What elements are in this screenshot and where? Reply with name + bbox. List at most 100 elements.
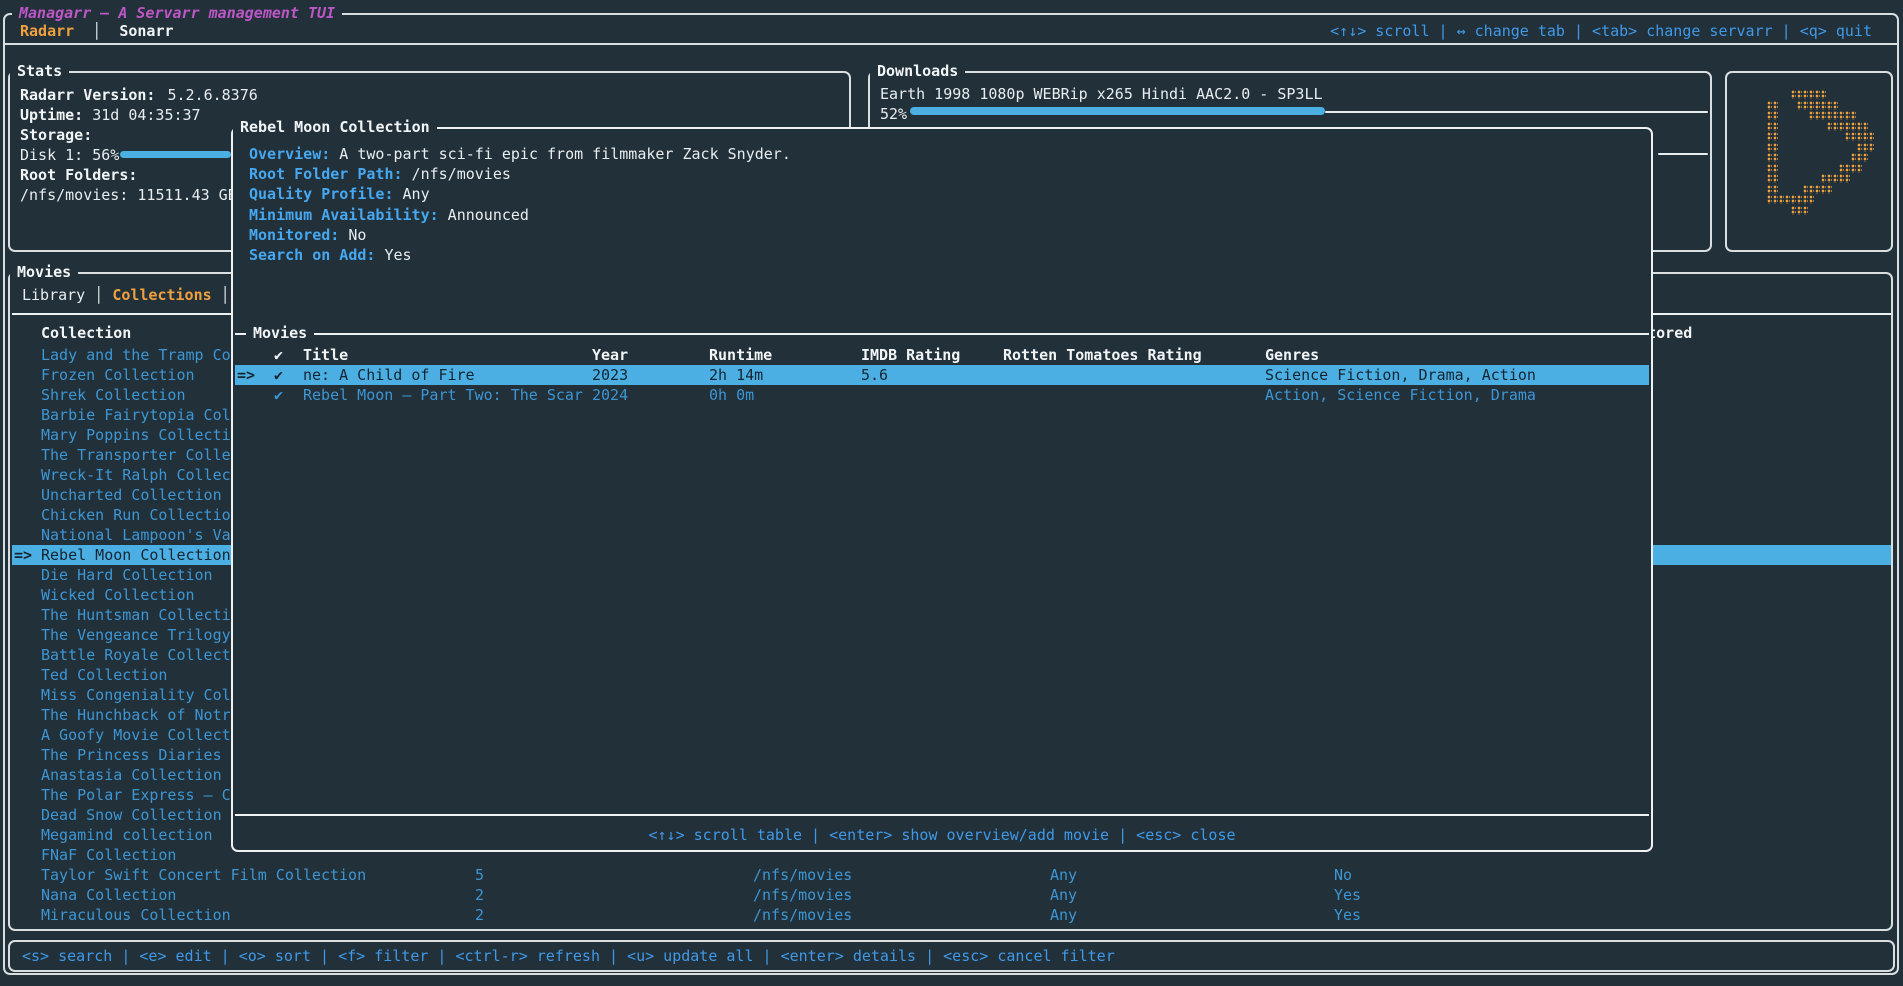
logo-dot (1827, 174, 1832, 183)
logo-dot (1773, 164, 1778, 173)
table-cell: Genres (1265, 345, 1319, 365)
collection-row[interactable]: Miraculous Collection2/nfs/moviesAnyYes (12, 905, 1891, 925)
table-cell: Miss Congeniality Col (41, 685, 231, 705)
download-progress-fill (910, 107, 1325, 115)
logo-dot (1803, 206, 1808, 215)
logo-dot (1839, 164, 1844, 173)
bottom-keybinds-bar: <s> search | <e> edit | <o> sort | <f> f… (22, 946, 1115, 966)
logo-dot (1809, 195, 1814, 204)
table-cell: 2 (475, 885, 484, 905)
logo-dot (1773, 101, 1778, 110)
table-cell: Shrek Collection (41, 385, 186, 405)
modal-field-label: Overview: (249, 145, 330, 163)
disk-gauge-label: Disk 1: 56% (20, 145, 119, 165)
table-cell: 2023 (592, 365, 628, 385)
uptime-label: Uptime: (20, 106, 83, 124)
logo-dot (1803, 90, 1808, 99)
table-cell: 2h 14m (709, 365, 763, 385)
movie-row[interactable]: =>✔ne: A Child of Fire20232h 14m5.6Scien… (235, 365, 1649, 385)
logo-dot (1863, 122, 1868, 131)
logo-dot (1815, 101, 1820, 110)
uptime-value: 31d 04:35:37 (92, 106, 200, 124)
servarr-tab-sonarr[interactable]: Sonarr (119, 22, 173, 40)
tab-collections[interactable]: Collections (112, 286, 211, 304)
table-cell: Rotten Tomatoes Rating (1003, 345, 1202, 365)
logo-dot (1851, 153, 1856, 162)
collection-row[interactable]: Nana Collection2/nfs/moviesAnyYes (12, 885, 1891, 905)
logo-dot (1797, 206, 1802, 215)
table-cell: Lady and the Tramp Co (41, 345, 231, 365)
collections-header-collection: Collection (41, 323, 131, 343)
logo-dot (1845, 174, 1850, 183)
collection-details-modal: Rebel Moon Collection Overview: A two-pa… (231, 127, 1653, 852)
logo-dot (1869, 132, 1874, 141)
table-cell: No (1334, 865, 1352, 885)
modal-title: Rebel Moon Collection (233, 118, 437, 136)
logo-dot (1845, 132, 1850, 141)
logo-dot (1827, 185, 1832, 194)
logo-dot (1791, 195, 1796, 204)
logo-dot (1827, 111, 1832, 120)
table-cell: Any (1050, 905, 1077, 925)
table-cell: Title (303, 345, 348, 365)
table-cell: /nfs/movies (753, 865, 852, 885)
app-title: Managarr – A Servarr management TUI (12, 3, 342, 23)
modal-field: Overview: A two-part sci-fi epic from fi… (249, 144, 791, 164)
logo-dot (1839, 122, 1844, 131)
logo-dot (1767, 101, 1772, 110)
logo-dot (1791, 90, 1796, 99)
logo-dot (1833, 174, 1838, 183)
logo-dot (1851, 164, 1856, 173)
modal-field: Quality Profile: Any (249, 184, 430, 204)
table-cell: The Princess Diaries (41, 745, 222, 765)
table-cell: Any (1050, 885, 1077, 905)
movie-row[interactable]: ✔Rebel Moon – Part Two: The Scar20240h 0… (235, 385, 1649, 405)
logo-dot (1833, 122, 1838, 131)
modal-field-label: Monitored: (249, 226, 339, 244)
download-item-name: Earth 1998 1080p WEBRip x265 Hindi AAC2.… (880, 84, 1323, 104)
table-cell: Science Fiction, Drama, Action (1265, 365, 1536, 385)
table-cell: Miraculous Collection (41, 905, 231, 925)
logo-dot (1803, 101, 1808, 110)
tab-library[interactable]: Library (22, 286, 85, 304)
tab-separator: │ (85, 286, 112, 304)
table-cell: Yes (1334, 885, 1361, 905)
logo-dot (1851, 122, 1856, 131)
modal-field: Root Folder Path: /nfs/movies (249, 164, 511, 184)
selection-arrow: => (237, 365, 255, 385)
table-cell: Ted Collection (41, 665, 167, 685)
table-cell: /nfs/movies (753, 905, 852, 925)
servarr-tab-radarr[interactable]: Radarr (20, 22, 74, 40)
top-keybinds-bar: <↑↓> scroll | ↔ change tab | <tab> chang… (1330, 21, 1872, 41)
logo-dot (1827, 101, 1832, 110)
managarr-window: Managarr – A Servarr management TUI Rada… (0, 0, 1903, 986)
logo-dot (1767, 132, 1772, 141)
logo-dot (1785, 195, 1790, 204)
table-cell: IMDB Rating (861, 345, 960, 365)
table-cell: The Polar Express – C (41, 785, 231, 805)
modal-field-value: Any (394, 185, 430, 203)
modal-table-header: ✔TitleYearRuntimeIMDB RatingRotten Tomat… (235, 345, 1649, 365)
table-cell: Dead Snow Collection (41, 805, 222, 825)
collection-row[interactable]: Taylor Swift Concert Film Collection5/nf… (12, 865, 1891, 885)
modal-field-value: Yes (375, 246, 411, 264)
logo-dot (1821, 174, 1826, 183)
logo-dot (1797, 101, 1802, 110)
logo-dot (1827, 122, 1832, 131)
header-separator (5, 43, 1898, 45)
table-cell: Megamind collection (41, 825, 213, 845)
stats-panel-title: Stats (10, 62, 69, 80)
modal-field-value: No (339, 226, 366, 244)
table-cell: ✔ (274, 385, 283, 405)
disk-gauge-bar (120, 151, 231, 158)
table-cell: Any (1050, 865, 1077, 885)
table-cell: 5.6 (861, 365, 888, 385)
table-cell: ✔ (274, 345, 283, 365)
logo-dot (1773, 132, 1778, 141)
download-progress-track-2 (1658, 153, 1708, 155)
logo-dot (1767, 153, 1772, 162)
modal-field-label: Minimum Availability: (249, 206, 439, 224)
logo-dot (1833, 111, 1838, 120)
logo-dot (1767, 143, 1772, 152)
root-folder-value: /nfs/movies: 11511.43 GB (20, 185, 237, 205)
